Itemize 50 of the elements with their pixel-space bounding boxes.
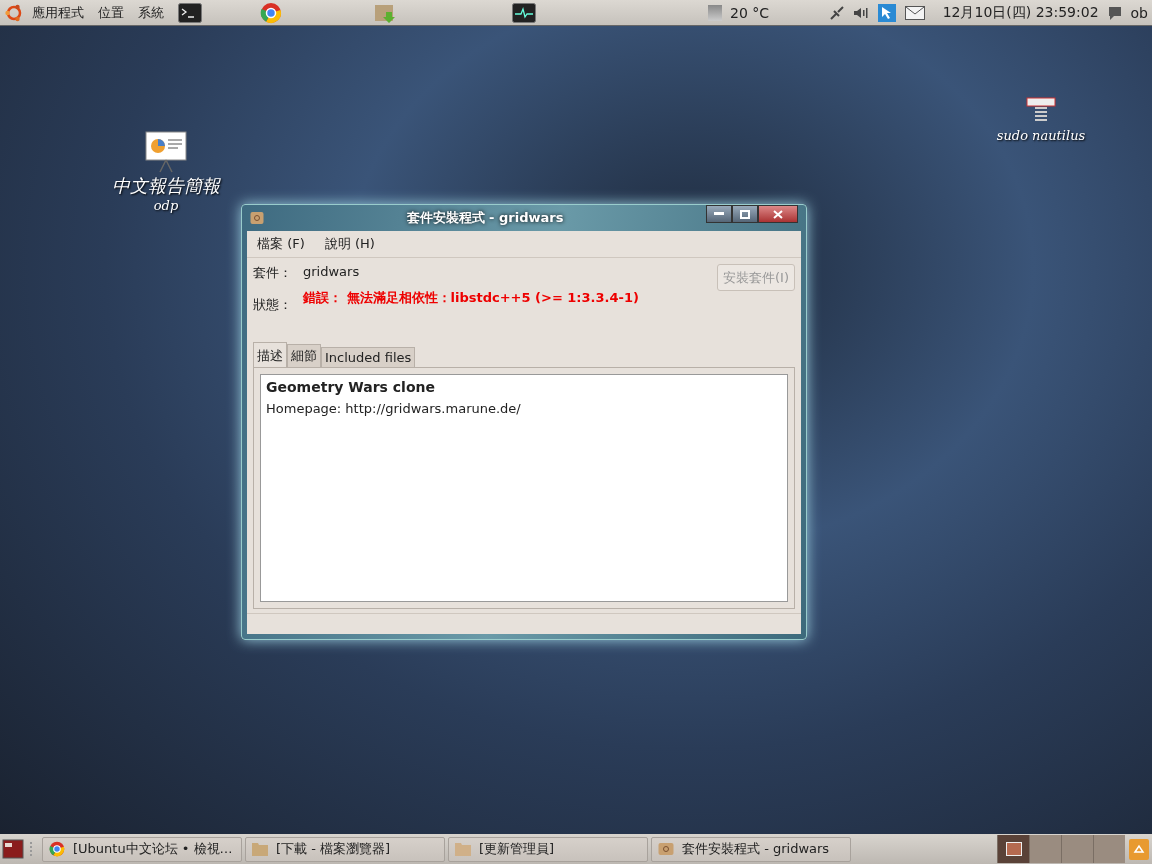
tab[interactable]: Included files <box>321 347 416 367</box>
network-plug-icon[interactable] <box>828 4 845 21</box>
workspace-switcher-cell[interactable] <box>997 835 1029 863</box>
icon-extension-label: odp <box>153 198 179 213</box>
presentation-file-icon[interactable] <box>144 130 188 174</box>
temperature-text[interactable]: 20 °C <box>730 4 770 21</box>
panel-menu[interactable]: 系統 <box>138 3 164 22</box>
close-icon <box>773 209 783 219</box>
menu-item[interactable]: 說明 (H) <box>324 235 375 253</box>
icon-label[interactable]: 中文報告簡報 <box>112 174 220 198</box>
maximize-button[interactable] <box>732 205 758 223</box>
clock-text[interactable]: 12月10日(四) 23:59:02 <box>942 3 1099 22</box>
maximize-icon <box>740 209 750 219</box>
package-icon <box>250 211 264 225</box>
package-icon <box>658 842 674 856</box>
homepage-text: Homepage: http://gridwars.marune.de/ <box>266 401 522 416</box>
taskbar-button[interactable]: [更新管理員] <box>448 836 648 862</box>
taskbar-button[interactable]: 套件安裝程式 - gridwars <box>651 836 851 862</box>
ubuntu-logo-icon[interactable] <box>4 2 24 23</box>
minimize-icon <box>714 212 724 216</box>
package-label: 套件： <box>253 264 293 282</box>
icon-label[interactable]: sudo nautilus <box>996 128 1086 143</box>
description-title: Geometry Wars clone <box>266 379 436 395</box>
browser-icon[interactable] <box>260 1 282 24</box>
folder-icon <box>455 842 471 856</box>
tab[interactable]: 細節 <box>287 344 321 367</box>
workspace-switcher-cell[interactable] <box>1093 835 1125 863</box>
terminal-icon[interactable] <box>178 2 202 23</box>
package-name: gridwars <box>303 264 361 279</box>
workspace-switcher-cell[interactable] <box>1061 835 1093 863</box>
minimize-button[interactable] <box>706 205 732 223</box>
chat-bubble-icon[interactable] <box>1106 4 1123 21</box>
panel-menu[interactable]: 應用程式 <box>32 3 84 22</box>
cursor-app-icon[interactable] <box>876 2 897 23</box>
tab[interactable]: 描述 <box>253 342 287 367</box>
folder-icon <box>252 842 268 856</box>
browser-icon <box>49 841 65 857</box>
taskbar-button[interactable]: [Ubuntu中文论坛 • 檢視… <box>42 836 242 862</box>
close-button[interactable] <box>758 205 798 223</box>
user-name[interactable]: ob <box>1130 4 1148 21</box>
menu-item[interactable]: 檔案 (F) <box>257 235 305 253</box>
window-title: 套件安裝程式 - gridwars <box>405 209 565 227</box>
system-monitor-icon[interactable] <box>512 2 536 23</box>
error-message: 錯誤： 無法滿足相依性：libstdc++5 (>= 1:3.3.4-1) <box>303 289 640 307</box>
panel-menu[interactable]: 位置 <box>98 3 124 22</box>
status-label: 狀態： <box>253 296 293 314</box>
show-desktop-icon[interactable] <box>2 839 24 859</box>
workspace-switcher-cell[interactable] <box>1029 835 1061 863</box>
mail-icon[interactable] <box>904 5 925 20</box>
taskbar-button[interactable]: [下載 - 檔案瀏覽器] <box>245 836 445 862</box>
